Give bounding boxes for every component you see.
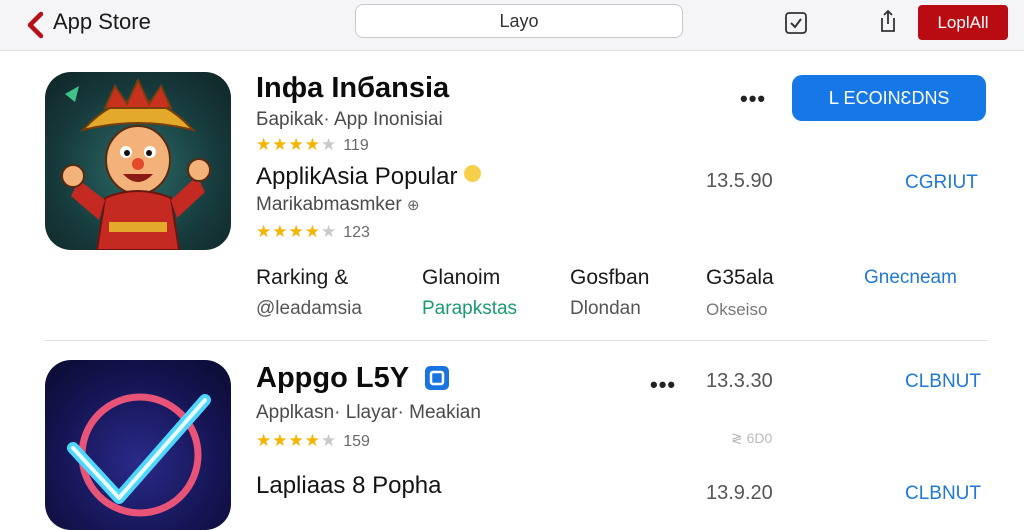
app2-title[interactable]: Appgo L5Y — [256, 362, 409, 395]
app-subtitle: Бapikak· App Inonisiai — [256, 109, 443, 130]
divider — [44, 340, 988, 341]
stat-value-4: Okseiso — [706, 300, 768, 319]
chevron-left-icon[interactable] — [22, 10, 52, 40]
stat-heading-4: G35ala — [706, 266, 774, 289]
stat-heading-3: Gosfban — [570, 266, 650, 289]
verified-badge-icon — [425, 366, 449, 390]
section-rating-stars: ★★★★★ 123 — [256, 222, 370, 241]
section-subtitle-text: Marikabmasmker — [256, 194, 402, 215]
app-title[interactable]: Inфa Inбansia — [256, 72, 449, 105]
app2-price-label: 13.3.30 — [706, 370, 773, 392]
rating-stars: ★★★★★ 119 — [256, 135, 369, 154]
app2-rating-count: 159 — [343, 433, 370, 450]
stat-value-3: Dlondan — [570, 298, 641, 319]
app2-more-options-icon[interactable]: ••• — [650, 372, 676, 398]
stat-heading-2: Glanoim — [422, 266, 501, 289]
more-options-icon[interactable]: ••• — [740, 86, 766, 112]
mascot-illustration — [61, 77, 211, 250]
emoji-icon — [464, 165, 482, 182]
app2-subtitle: Applkasn· Llayar· Meakian — [256, 402, 481, 423]
back-button-label[interactable]: App Store — [53, 9, 151, 35]
stat-value-2: Parapkstas — [422, 298, 518, 319]
app-icon-mascot[interactable] — [45, 72, 231, 250]
app2-rating-stars: ★★★★★ 159 — [256, 431, 370, 450]
app2-price-note: ≷ 6D0 — [731, 430, 773, 446]
app-icon-neon[interactable] — [45, 360, 231, 530]
info-icon: ⊕ — [406, 197, 420, 214]
app2-section-title: Lapliaas 8 Popha — [256, 472, 442, 499]
app2-section-get-button[interactable]: CLBNUT — [905, 483, 981, 505]
price-label: 13.5.90 — [706, 170, 773, 192]
top-action-button[interactable]: LoplAll — [918, 5, 1008, 40]
app2-section-price: 13.9.20 — [706, 482, 773, 504]
section-rating-count: 123 — [343, 224, 370, 241]
neon-check-illustration — [67, 393, 211, 517]
rating-count: 119 — [343, 137, 369, 154]
stats-link[interactable]: Gnecneam — [864, 267, 957, 289]
stat-heading-1: Rarking & — [256, 266, 349, 289]
share-icon[interactable] — [875, 8, 901, 34]
search-field[interactable]: Layo — [355, 4, 683, 38]
section-title-text: ApplikAsia Popular — [256, 163, 458, 190]
stat-value-1: @leadamsia — [256, 298, 362, 319]
checkbox-icon[interactable] — [783, 10, 809, 36]
section-subtitle: Marikabmasmker ⊕ — [256, 194, 420, 216]
section-title: ApplikAsia Popular — [256, 163, 482, 191]
get-button[interactable]: CGRIUT — [905, 172, 978, 194]
install-button[interactable]: Ⅼ ECOINƐDNS — [792, 75, 986, 121]
top-bar: App Store Layo LoplAll — [0, 0, 1024, 51]
app2-get-button[interactable]: CLBNUT — [905, 371, 981, 393]
